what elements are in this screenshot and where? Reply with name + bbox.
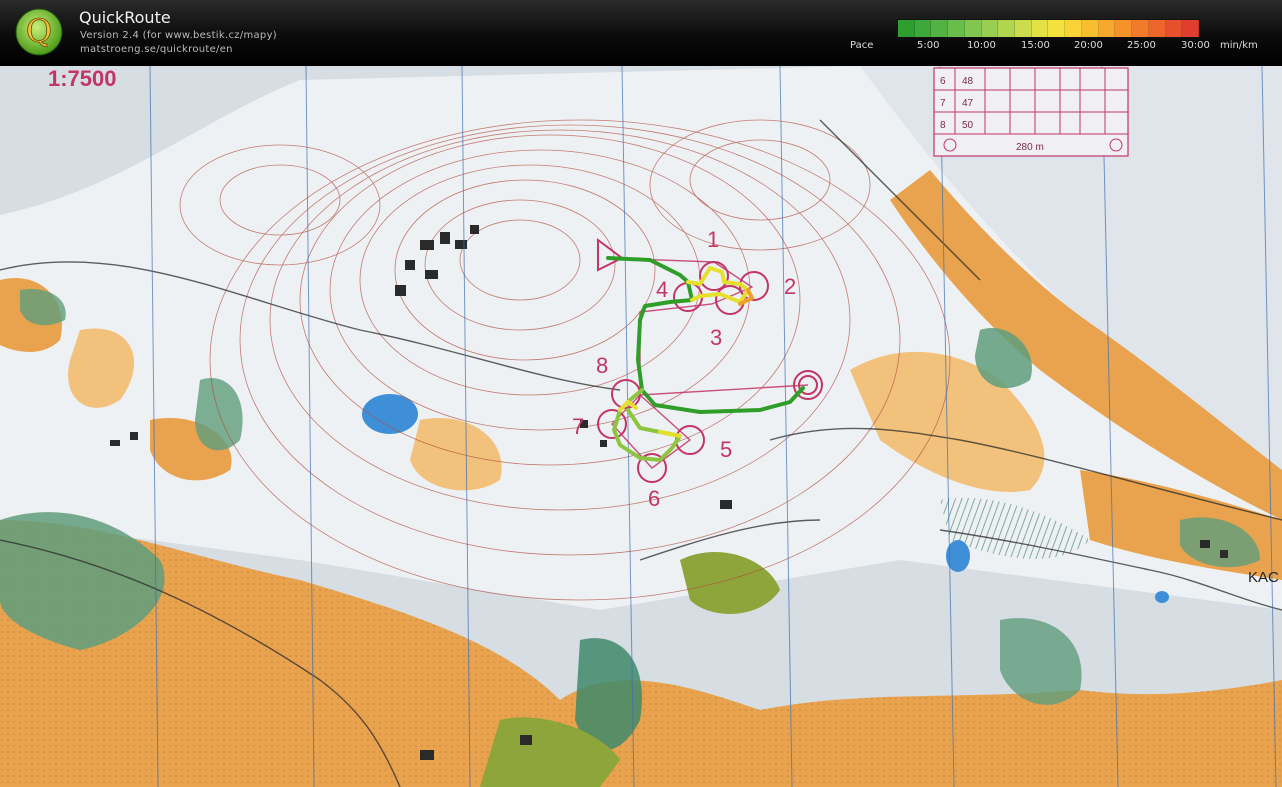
control-number-7: 7 (572, 414, 584, 439)
pace-color-cell (1165, 20, 1183, 37)
desc-row-code: 50 (962, 120, 974, 131)
control-number-4: 4 (656, 277, 668, 302)
pace-tick: 5:00 (917, 40, 940, 51)
pace-tick: 25:00 (1127, 40, 1156, 51)
app-title: QuickRoute (79, 8, 171, 27)
pace-color-cell (998, 20, 1016, 37)
pace-tick: 15:00 (1021, 40, 1050, 51)
pace-color-cell (1182, 20, 1199, 37)
quickroute-logo: Q (15, 8, 63, 56)
pace-color-cell (1132, 20, 1149, 37)
pace-unit: min/km (1220, 40, 1258, 51)
pace-color-cell (1048, 20, 1066, 37)
app-version: Version 2.4 (for www.bestik.cz/mapy) (80, 30, 277, 41)
svg-text:Q: Q (26, 12, 52, 50)
pace-color-cell (898, 20, 915, 37)
desc-row-code: 48 (962, 76, 974, 87)
map-scale: 1:7500 (48, 66, 117, 91)
pace-color-cell (1031, 20, 1049, 37)
pace-label: Pace (850, 40, 874, 51)
pace-color-cell (964, 20, 982, 37)
control-number-1: 1 (707, 227, 719, 252)
pace-color-cell (981, 20, 999, 37)
pond (1155, 591, 1169, 603)
pace-color-cell (1115, 20, 1133, 37)
control-number-8: 8 (596, 353, 608, 378)
pace-tick: 20:00 (1074, 40, 1103, 51)
pace-color-cell (1015, 20, 1032, 37)
app-header: Q QuickRoute Version 2.4 (for www.bestik… (0, 0, 1282, 67)
desc-row-code: 47 (962, 98, 974, 109)
pace-tick: 30:00 (1181, 40, 1210, 51)
control-number-6: 6 (648, 486, 660, 511)
pace-tick: 10:00 (967, 40, 996, 51)
pace-color-cell (948, 20, 965, 37)
pace-color-cell (1081, 20, 1099, 37)
desc-distance: 280 m (1016, 142, 1044, 153)
orienteering-map[interactable]: 1:7500 KAC 6 48 7 47 8 50 280 m 1 2 3 4 … (0, 66, 1282, 787)
place-name: KAC (1248, 569, 1279, 586)
pace-color-cell (931, 20, 949, 37)
control-description-table: 6 48 7 47 8 50 280 m (933, 67, 1129, 157)
pace-color-cell (1098, 20, 1116, 37)
pace-color-cell (1148, 20, 1166, 37)
control-number-5: 5 (720, 437, 732, 462)
control-number-2: 2 (784, 274, 796, 299)
app-url: matstroeng.se/quickroute/en (80, 44, 233, 55)
quickroute-window: Q QuickRoute Version 2.4 (for www.bestik… (0, 0, 1282, 787)
desc-row-no: 8 (940, 120, 946, 131)
pace-color-scale (897, 19, 1200, 38)
desc-row-no: 6 (940, 76, 946, 87)
pace-color-cell (1065, 20, 1082, 37)
control-number-3: 3 (710, 325, 722, 350)
pace-color-cell (914, 20, 932, 37)
desc-row-no: 7 (940, 98, 946, 109)
